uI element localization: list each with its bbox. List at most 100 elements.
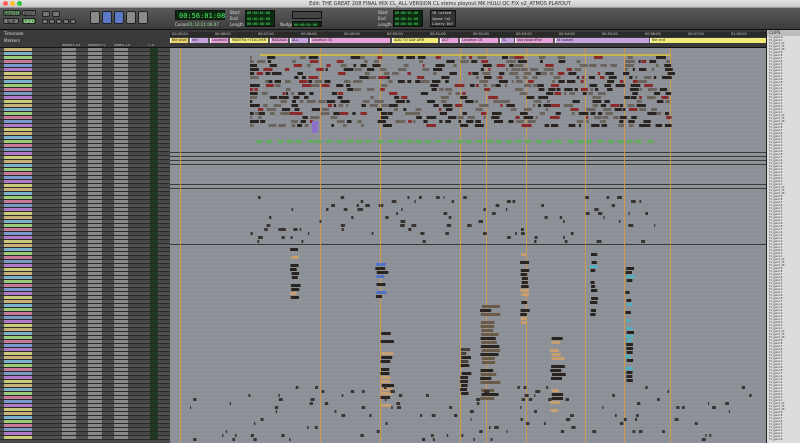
track-io-slot[interactable]: [62, 240, 76, 243]
audio-clip[interactable]: [481, 60, 489, 63]
memory-location-guide[interactable]: [380, 48, 381, 443]
audio-clip[interactable]: [580, 80, 584, 83]
track-vol-slot[interactable]: [150, 368, 158, 371]
audio-clip[interactable]: [647, 140, 654, 143]
track-io3-slot[interactable]: [114, 64, 128, 67]
audio-clip[interactable]: [406, 100, 410, 103]
audio-clip[interactable]: [475, 76, 479, 79]
track-io-slot[interactable]: [62, 152, 76, 155]
track-vol-slot[interactable]: [150, 304, 158, 307]
audio-clip[interactable]: [568, 72, 577, 75]
track-name[interactable]: [4, 356, 32, 359]
track-vol-slot[interactable]: [150, 264, 158, 267]
track-name[interactable]: [4, 128, 32, 131]
audio-clip[interactable]: [461, 392, 469, 395]
audio-clip[interactable]: [304, 96, 309, 99]
track-io2-slot[interactable]: [88, 100, 102, 103]
audio-clip[interactable]: [632, 430, 636, 433]
track-io2-slot[interactable]: [88, 372, 102, 375]
track-name[interactable]: [4, 336, 32, 339]
track-io-slot[interactable]: [62, 128, 76, 131]
track-io3-slot[interactable]: [114, 112, 128, 115]
audio-clip[interactable]: [582, 92, 587, 95]
audio-clip[interactable]: [299, 228, 302, 231]
audio-clip[interactable]: [275, 410, 278, 413]
track-io2-slot[interactable]: [88, 108, 102, 111]
audio-clip[interactable]: [576, 60, 581, 63]
audio-clip[interactable]: [269, 64, 277, 67]
audio-clip[interactable]: [619, 116, 627, 119]
audio-clip[interactable]: [526, 422, 529, 425]
track-name[interactable]: [4, 108, 32, 111]
audio-clip[interactable]: [435, 56, 441, 59]
audio-clip[interactable]: [520, 309, 530, 312]
audio-clip[interactable]: [565, 418, 570, 421]
audio-clip[interactable]: [476, 398, 481, 401]
region-strip[interactable]: [260, 54, 670, 56]
audio-clip[interactable]: [589, 64, 597, 67]
audio-clip[interactable]: [431, 80, 441, 83]
audio-clip[interactable]: [301, 84, 312, 87]
track-name[interactable]: [4, 52, 32, 55]
track-io3-slot[interactable]: [114, 356, 128, 359]
audio-clip[interactable]: [541, 204, 545, 207]
audio-clip[interactable]: [344, 80, 351, 83]
track-io3-slot[interactable]: [114, 196, 128, 199]
track-name[interactable]: [4, 164, 32, 167]
track-io2-slot[interactable]: [88, 124, 102, 127]
track-name[interactable]: [4, 396, 32, 399]
track-vol-slot[interactable]: [150, 268, 158, 271]
track-io3-slot[interactable]: [114, 364, 128, 367]
audio-clip[interactable]: [383, 386, 387, 389]
audio-clip[interactable]: [286, 140, 293, 143]
audio-clip[interactable]: [560, 430, 565, 433]
track-name[interactable]: [4, 372, 32, 375]
track-vol-slot[interactable]: [150, 132, 158, 135]
audio-clip[interactable]: [665, 68, 673, 71]
audio-clip[interactable]: [539, 112, 545, 115]
track-name[interactable]: [4, 148, 32, 151]
audio-clip[interactable]: [280, 112, 290, 115]
audio-clip[interactable]: [457, 140, 464, 143]
track-io-slot[interactable]: [62, 352, 76, 355]
track-vol-slot[interactable]: [150, 372, 158, 375]
audio-clip[interactable]: [326, 140, 333, 143]
track-io2-slot[interactable]: [88, 204, 102, 207]
audio-clip[interactable]: [336, 120, 345, 123]
audio-clip[interactable]: [381, 376, 391, 379]
audio-clip[interactable]: [661, 96, 669, 99]
audio-clip[interactable]: [508, 120, 514, 123]
audio-clip[interactable]: [314, 80, 323, 83]
track-io3-slot[interactable]: [114, 152, 128, 155]
audio-clip[interactable]: [258, 116, 262, 119]
audio-clip[interactable]: [278, 394, 280, 397]
track-vol-slot[interactable]: [150, 240, 158, 243]
audio-clip[interactable]: [333, 112, 340, 115]
audio-clip[interactable]: [656, 112, 662, 115]
shuffle-mode-button[interactable]: SHUFFLE: [3, 10, 22, 16]
track-io3-slot[interactable]: [114, 396, 128, 399]
track-name[interactable]: [4, 180, 32, 183]
track-name[interactable]: [4, 160, 32, 163]
track-io-slot[interactable]: [62, 356, 76, 359]
audio-clip[interactable]: [361, 104, 366, 107]
audio-clip[interactable]: [502, 56, 508, 59]
audio-clip[interactable]: [282, 228, 286, 231]
audio-clip[interactable]: [548, 88, 556, 91]
track-io2-slot[interactable]: [88, 292, 102, 295]
audio-clip[interactable]: [625, 367, 633, 370]
audio-clip[interactable]: [514, 64, 524, 67]
track-vol-slot[interactable]: [150, 224, 158, 227]
audio-clip[interactable]: [448, 92, 452, 95]
audio-clip[interactable]: [597, 72, 601, 75]
audio-clip[interactable]: [352, 112, 356, 115]
audio-clip[interactable]: [514, 56, 524, 59]
audio-clip[interactable]: [426, 124, 436, 127]
audio-clip[interactable]: [520, 261, 530, 264]
audio-clip[interactable]: [465, 100, 474, 103]
track-name[interactable]: [4, 420, 32, 423]
audio-clip[interactable]: [397, 140, 404, 143]
audio-clip[interactable]: [407, 80, 412, 83]
track-io3-slot[interactable]: [114, 376, 128, 379]
track-vol-slot[interactable]: [150, 432, 158, 435]
